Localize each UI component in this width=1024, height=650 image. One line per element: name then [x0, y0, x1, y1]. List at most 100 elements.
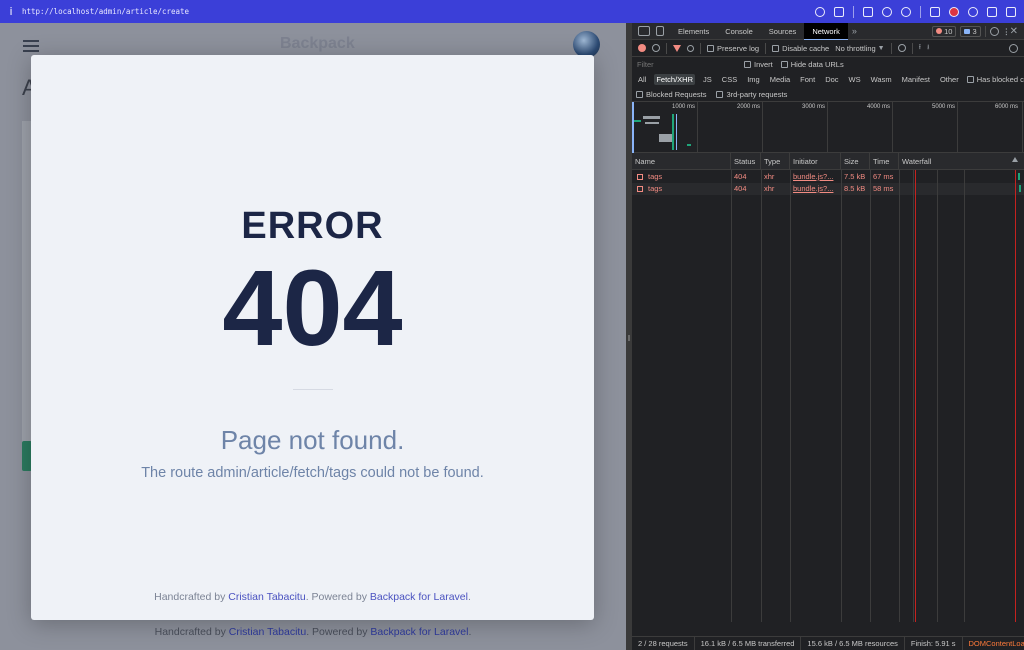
- type-filter-manifest[interactable]: Manifest: [900, 74, 932, 85]
- record-icon[interactable]: [949, 6, 959, 17]
- inspect-element-icon[interactable]: [638, 26, 650, 36]
- network-conditions-icon[interactable]: [897, 44, 906, 52]
- info-icon[interactable]: i: [0, 5, 22, 18]
- column-initiator[interactable]: Initiator: [790, 153, 841, 170]
- hamburger-menu-icon[interactable]: [23, 40, 39, 52]
- request-initiator-link[interactable]: bundle.js?...: [790, 183, 841, 195]
- profile-icon[interactable]: [968, 6, 978, 17]
- request-name[interactable]: tags: [632, 183, 731, 195]
- waterfall-gridline: [913, 170, 914, 622]
- type-filter-js[interactable]: JS: [701, 74, 714, 85]
- type-filter-wasm[interactable]: Wasm: [869, 74, 894, 85]
- device-toolbar-icon[interactable]: [656, 26, 664, 36]
- extension-icon[interactable]: [930, 6, 940, 17]
- checkbox-box[interactable]: [966, 76, 974, 83]
- network-overview[interactable]: 1000 ms 2000 ms 3000 ms 4000 ms 5000 ms …: [632, 102, 1024, 153]
- checkbox-box[interactable]: [744, 61, 751, 68]
- author-link[interactable]: Cristian Tabacitu: [229, 626, 306, 638]
- checkbox-box[interactable]: [636, 90, 643, 98]
- checkbox-box[interactable]: [707, 44, 714, 52]
- request-initiator-link[interactable]: bundle.js?...: [790, 171, 841, 183]
- overview-tick: [762, 102, 763, 153]
- tab-elements[interactable]: Elements: [670, 23, 717, 40]
- filter-icon[interactable]: [673, 44, 681, 52]
- throttling-select[interactable]: No throttling ▼: [835, 44, 884, 53]
- hide-data-urls-checkbox[interactable]: Hide data URLs: [780, 60, 844, 69]
- product-link[interactable]: Backpack for Laravel: [370, 591, 468, 603]
- invert-checkbox[interactable]: Invert: [744, 60, 773, 69]
- preserve-log-checkbox[interactable]: Preserve log: [707, 44, 759, 53]
- record-icon[interactable]: [638, 44, 646, 52]
- settings-gear-icon[interactable]: [989, 26, 999, 36]
- request-type: xhr: [764, 172, 775, 181]
- overview-tick: [892, 102, 893, 153]
- terminal-icon[interactable]: [863, 6, 873, 17]
- request-status: 404: [734, 184, 747, 193]
- type-filter-fetch-xhr[interactable]: Fetch/XHR: [654, 74, 696, 85]
- column-size[interactable]: Size: [841, 153, 870, 170]
- import-har-icon[interactable]: ⭱: [919, 43, 921, 54]
- checkbox-box[interactable]: [772, 44, 780, 52]
- network-settings-icon[interactable]: [1009, 43, 1018, 53]
- tab-sources[interactable]: Sources: [761, 23, 805, 40]
- divider: [984, 25, 986, 37]
- export-har-icon[interactable]: ⭳: [927, 43, 929, 54]
- type-filter-img[interactable]: Img: [745, 74, 762, 85]
- checkbox-box[interactable]: [716, 90, 724, 98]
- resources-size: 15.6 kB / 6.5 MB resources: [801, 637, 905, 650]
- type-filter-media[interactable]: Media: [768, 74, 792, 85]
- sort-ascending-icon[interactable]: [1012, 157, 1018, 162]
- error-count-badge[interactable]: 10: [932, 25, 957, 37]
- sidebar-icon[interactable]: [1006, 6, 1016, 17]
- tab-network[interactable]: Network: [804, 22, 848, 40]
- blocked-requests-checkbox[interactable]: Blocked Requests: [636, 90, 706, 99]
- type-filter-all[interactable]: All: [636, 74, 648, 85]
- link-icon[interactable]: [815, 6, 825, 17]
- type-filter-ws[interactable]: WS: [847, 74, 863, 85]
- column-time[interactable]: Time: [870, 153, 899, 170]
- third-party-label: 3rd-party requests: [726, 89, 788, 99]
- author-link[interactable]: Cristian Tabacitu: [228, 591, 305, 603]
- brand-logo[interactable]: Backpack: [280, 35, 355, 53]
- checkbox-box[interactable]: [780, 61, 788, 68]
- product-link[interactable]: Backpack for Laravel: [370, 626, 468, 638]
- overview-request-bar: [659, 134, 673, 142]
- third-party-checkbox[interactable]: 3rd-party requests: [716, 90, 787, 99]
- request-name-text: tags: [648, 184, 663, 193]
- overview-selection-edge[interactable]: [632, 102, 634, 153]
- settings-icon[interactable]: [901, 6, 911, 17]
- overview-dom-line: [672, 114, 674, 150]
- type-filter-other[interactable]: Other: [938, 74, 961, 85]
- table-row[interactable]: tags 404 xhr bundle.js?... 8.5 kB 58 ms: [632, 183, 1024, 195]
- user-avatar[interactable]: [573, 31, 600, 58]
- request-name[interactable]: tags: [632, 171, 731, 183]
- more-tabs-icon[interactable]: »: [848, 26, 861, 36]
- column-waterfall[interactable]: Waterfall: [899, 153, 1024, 170]
- close-icon[interactable]: ✕: [1010, 26, 1018, 37]
- request-type: xhr: [764, 184, 775, 193]
- splitter-grip-icon[interactable]: [628, 335, 630, 341]
- column-status[interactable]: Status: [731, 153, 761, 170]
- type-filter-font[interactable]: Font: [798, 74, 817, 85]
- overview-tick: [957, 102, 958, 153]
- table-row[interactable]: tags 404 xhr bundle.js?... 7.5 kB 67 ms: [632, 171, 1024, 183]
- kebab-menu-icon[interactable]: ⋮: [1003, 27, 1011, 36]
- column-name[interactable]: Name: [632, 153, 731, 170]
- screenshot-icon[interactable]: [834, 6, 844, 17]
- tab-console[interactable]: Console: [717, 23, 761, 40]
- has-blocked-cookies-checkbox[interactable]: Has blocked cookies: [966, 75, 1024, 84]
- search-icon[interactable]: [687, 44, 694, 52]
- column-type[interactable]: Type: [761, 153, 790, 170]
- divider: [666, 42, 667, 54]
- url-text[interactable]: http://localhost/admin/article/create: [22, 7, 189, 16]
- column-divider: [841, 170, 842, 622]
- disable-cache-checkbox[interactable]: Disable cache: [772, 44, 829, 53]
- type-filter-css[interactable]: CSS: [720, 74, 739, 85]
- resource-type-filter: All Fetch/XHR JS CSS Img Media Font Doc …: [632, 72, 1024, 87]
- translate-icon[interactable]: [987, 6, 997, 17]
- clear-icon[interactable]: [652, 44, 660, 52]
- message-count-badge[interactable]: 3: [960, 25, 981, 37]
- globe-icon[interactable]: [882, 6, 892, 17]
- type-filter-doc[interactable]: Doc: [823, 74, 840, 85]
- filter-input[interactable]: [636, 58, 736, 71]
